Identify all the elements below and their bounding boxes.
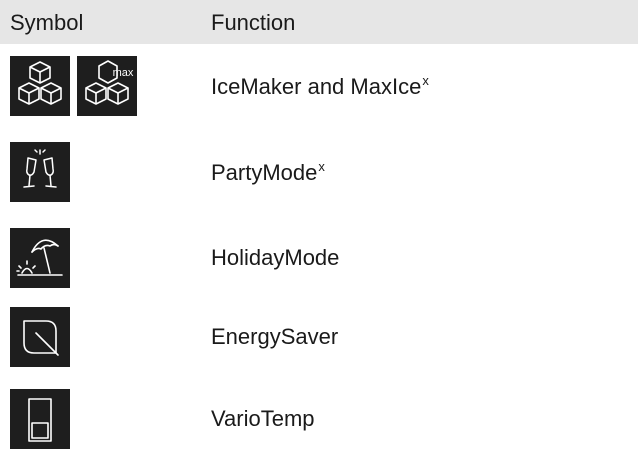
leaf-icon xyxy=(10,307,70,367)
table-row-holidaymode: HolidayMode xyxy=(0,228,638,288)
table-row-variotemp: VarioTemp xyxy=(0,389,638,449)
function-label-text: IceMaker and MaxIce xyxy=(211,74,422,99)
symbol-cell xyxy=(10,307,70,367)
symbol-cell: max xyxy=(10,56,137,116)
column-header-function: Function xyxy=(211,10,296,35)
symbol-cell xyxy=(10,142,70,202)
table-row-partymode: PartyModex xyxy=(0,142,638,202)
table-header: Symbol Function xyxy=(0,0,638,44)
function-label-text: EnergySaver xyxy=(211,324,339,349)
symbol-cell xyxy=(10,389,70,449)
column-header-symbol: Symbol xyxy=(10,10,84,35)
function-label: EnergySaver xyxy=(211,324,338,350)
max-ice-cubes-icon: max xyxy=(77,56,137,116)
ice-cubes-icon xyxy=(10,56,70,116)
function-label-text: VarioTemp xyxy=(211,406,315,431)
vario-temp-drawer-icon xyxy=(10,389,70,449)
max-icon-text: max xyxy=(113,67,134,79)
beach-umbrella-sunset-icon xyxy=(10,228,70,288)
table-row-energysaver: EnergySaver xyxy=(0,307,638,367)
function-label-superscript: x xyxy=(422,73,429,88)
function-label-text: HolidayMode xyxy=(211,245,340,270)
function-label: HolidayMode xyxy=(211,245,339,271)
function-label-text: PartyMode xyxy=(211,160,318,185)
function-label: PartyModex xyxy=(211,159,325,186)
table-row-icemaker: max IceMaker and MaxIcex xyxy=(0,56,638,116)
champagne-glasses-icon xyxy=(10,142,70,202)
symbol-cell xyxy=(10,228,70,288)
function-label: IceMaker and MaxIcex xyxy=(211,73,429,100)
function-label: VarioTemp xyxy=(211,406,315,432)
function-label-superscript: x xyxy=(318,159,325,174)
